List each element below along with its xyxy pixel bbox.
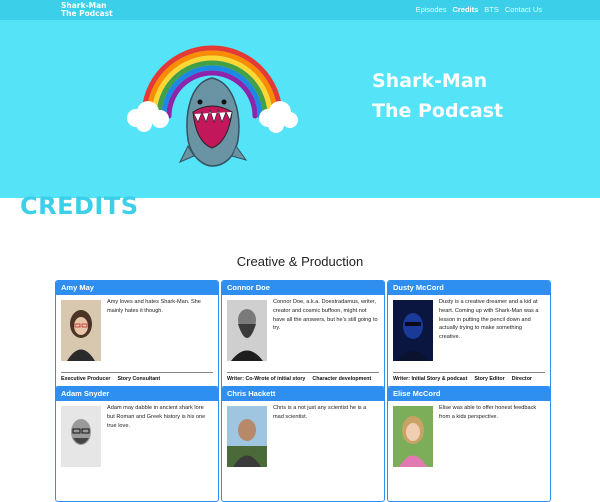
- page-title: CREDITS: [20, 192, 139, 220]
- nav-links: Episodes Credits BTS Contact Us: [416, 5, 542, 14]
- role: Story Consultant: [117, 376, 161, 382]
- brand-line-2: The Podcast: [61, 9, 113, 18]
- card-roles: Writer: Initial Story & podcast Story Ed…: [393, 372, 545, 382]
- card-bio: Adam may dabble in ancient shark lore bu…: [107, 405, 206, 429]
- hero-title: Shark-Man The Podcast: [372, 66, 503, 126]
- card-bio: Elise was able to offer honest feedback …: [439, 405, 537, 420]
- card-name: Connor Doe: [222, 281, 384, 295]
- card-name: Adam Snyder: [56, 387, 218, 401]
- card-bio: Chris is a not just any scientist he is …: [273, 405, 367, 420]
- section-title: Creative & Production: [236, 254, 364, 269]
- card-name: Amy May: [56, 281, 218, 295]
- hero-title-line-2: The Podcast: [372, 100, 504, 122]
- avatar: [227, 300, 267, 361]
- card-bio: Amy loves and hates Shark-Man. She mainl…: [107, 299, 201, 314]
- card-name: Chris Hackett: [222, 387, 384, 401]
- avatar: [61, 300, 101, 361]
- card-name: Elise McCord: [388, 387, 550, 401]
- role: Executive Producer: [61, 376, 111, 382]
- role: Writer: Co-Wrote of initial story: [227, 376, 306, 382]
- credit-card-amy-may: Amy May Amy loves and hates Shark-Man. S…: [55, 280, 219, 396]
- role: Story Editor: [474, 376, 505, 382]
- credit-card-chris-hackett: Chris Hackett Chris is a not just any sc…: [221, 386, 385, 502]
- nav-contact-us[interactable]: Contact Us: [505, 5, 542, 14]
- navbar: Shark-Man The Podcast Episodes Credits B…: [0, 0, 600, 20]
- credit-card-connor-doe: Connor Doe Connor Doe, a.k.a. Doestradam…: [221, 280, 385, 396]
- role: Writer: Initial Story & podcast: [393, 376, 468, 382]
- credit-card-dusty-mccord: Dusty McCord Dusty is a creative dreamer…: [387, 280, 551, 396]
- avatar: [227, 406, 267, 467]
- hero-banner: Shark-Man The Podcast: [0, 20, 600, 198]
- credit-card-adam-snyder: Adam Snyder Adam may dabble in ancient s…: [55, 386, 219, 502]
- card-bio: Dusty is a creative dreamer and a kid at…: [439, 299, 539, 341]
- avatar: [393, 300, 433, 361]
- card-roles: Writer: Co-Wrote of initial story Charac…: [227, 372, 379, 382]
- avatar: [393, 406, 433, 467]
- avatar: [61, 406, 101, 467]
- card-bio: Connor Doe, a.k.a. Doestradamus, writer,…: [273, 299, 378, 332]
- credit-card-elise-mccord: Elise McCord Elise was able to offer hon…: [387, 386, 551, 502]
- card-roles: Executive Producer Story Consultant: [61, 372, 213, 382]
- shark-rainbow-illustration: [127, 45, 298, 167]
- nav-episodes[interactable]: Episodes: [416, 5, 447, 14]
- role: Director: [511, 376, 532, 382]
- hero-title-line-1: Shark-Man: [372, 70, 488, 92]
- role: Character development: [312, 376, 372, 382]
- nav-bts[interactable]: BTS: [484, 5, 499, 14]
- brand-logo[interactable]: Shark-Man The Podcast: [61, 2, 113, 18]
- card-name: Dusty McCord: [388, 281, 550, 295]
- nav-credits[interactable]: Credits: [452, 5, 478, 14]
